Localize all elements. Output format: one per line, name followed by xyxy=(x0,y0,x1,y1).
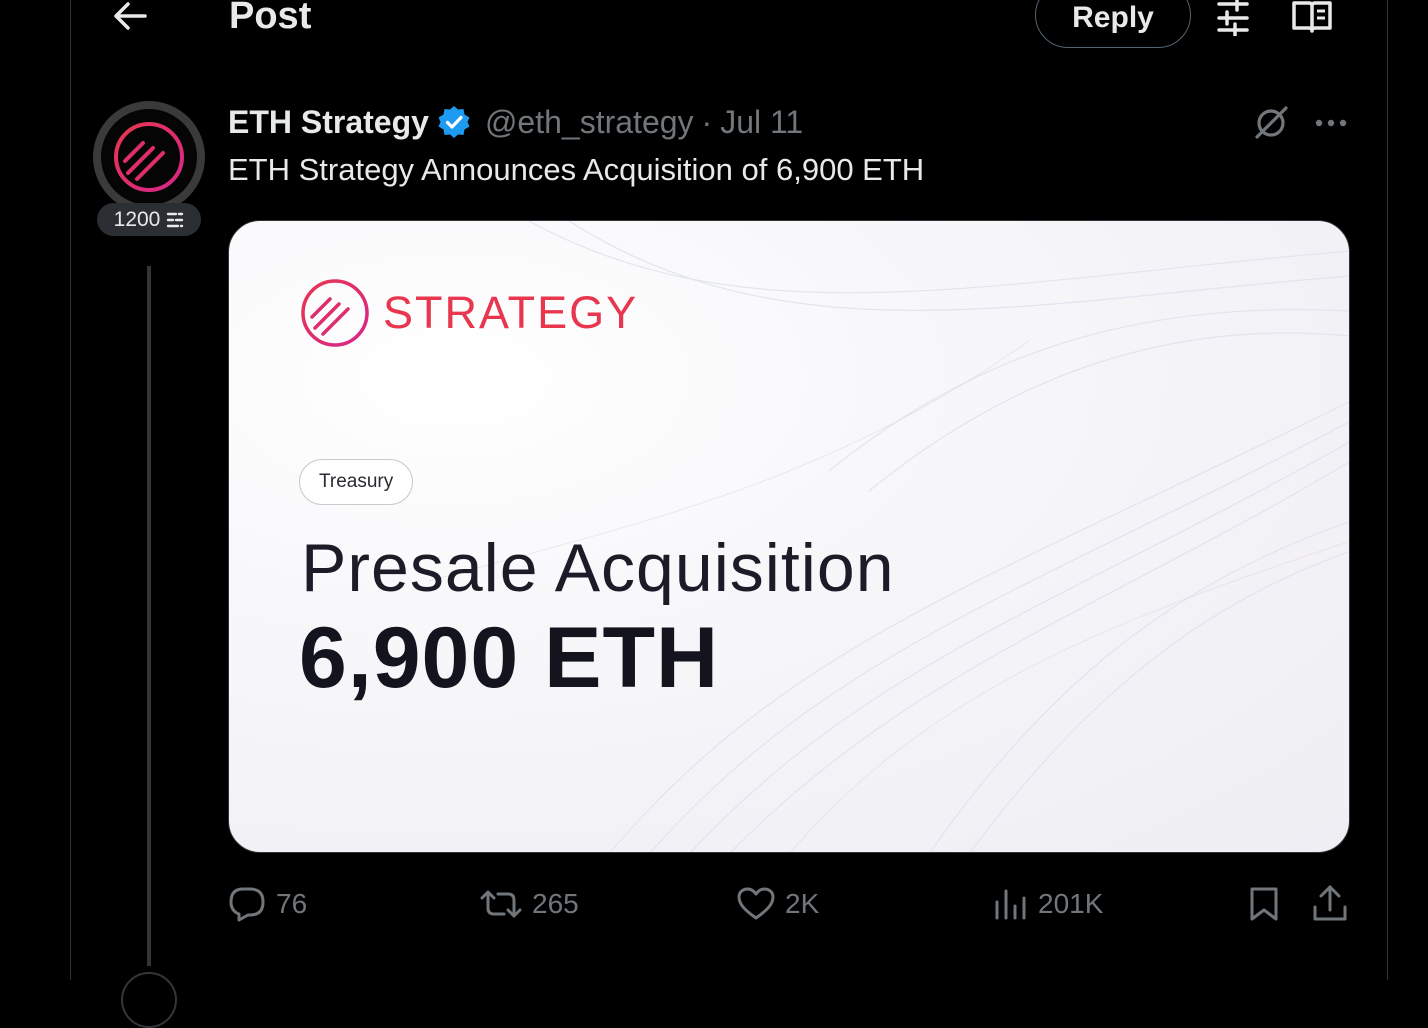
strategy-logo-icon xyxy=(114,122,184,192)
brand-wordmark: STRATEGY xyxy=(383,287,639,338)
post-header: ETH Strategy @eth_strategy · Jul 11 xyxy=(228,100,803,144)
repost-action[interactable]: 265 xyxy=(480,881,579,927)
back-arrow-icon[interactable] xyxy=(108,0,152,36)
repost-icon xyxy=(480,890,522,918)
share-icon[interactable] xyxy=(1308,882,1352,926)
brand-logo: STRATEGY xyxy=(299,277,638,349)
more-options-icon[interactable] xyxy=(1310,102,1352,144)
like-count: 2K xyxy=(785,888,820,919)
reply-button[interactable]: Reply xyxy=(1035,0,1191,48)
avatar[interactable] xyxy=(101,109,197,205)
views-action[interactable]: 201K xyxy=(994,881,1103,927)
level-badge-value: 1200 xyxy=(113,207,161,231)
sliders-icon[interactable] xyxy=(1211,0,1255,38)
column-border-left xyxy=(70,0,71,980)
image-headline: Presale Acquisition xyxy=(301,530,895,606)
next-post-avatar[interactable] xyxy=(121,972,177,1028)
view-count: 201K xyxy=(1038,888,1104,919)
page-title: Post xyxy=(229,0,312,37)
column-border-right xyxy=(1387,0,1388,980)
author-name[interactable]: ETH Strategy xyxy=(228,104,429,141)
views-chart-icon xyxy=(995,889,1026,920)
post-text: ETH Strategy Announces Acquisition of 6,… xyxy=(228,152,925,187)
heart-icon xyxy=(737,887,775,920)
strategy-logo-icon xyxy=(301,279,369,347)
separator-dot: · xyxy=(701,103,713,140)
category-tag: Treasury xyxy=(299,459,414,505)
reply-icon xyxy=(229,887,265,922)
post-date[interactable]: Jul 11 xyxy=(720,104,803,141)
bookmark-icon[interactable] xyxy=(1244,884,1284,924)
image-amount: 6,900 ETH xyxy=(299,610,720,706)
like-action[interactable]: 2K xyxy=(737,881,819,927)
post-image[interactable]: STRATEGY Treasury Presale Acquisition 6,… xyxy=(228,220,1350,853)
grok-icon[interactable] xyxy=(1250,102,1292,144)
level-bars-icon xyxy=(167,212,184,227)
reader-icon[interactable] xyxy=(1290,0,1334,38)
repost-count: 265 xyxy=(532,888,579,919)
thread-line xyxy=(147,266,151,966)
level-badge: 1200 xyxy=(97,203,201,236)
author-handle[interactable]: @eth_strategy xyxy=(485,104,694,141)
verified-badge-icon xyxy=(437,105,471,139)
reply-count: 76 xyxy=(276,888,308,919)
reply-action[interactable]: 76 xyxy=(228,881,307,927)
